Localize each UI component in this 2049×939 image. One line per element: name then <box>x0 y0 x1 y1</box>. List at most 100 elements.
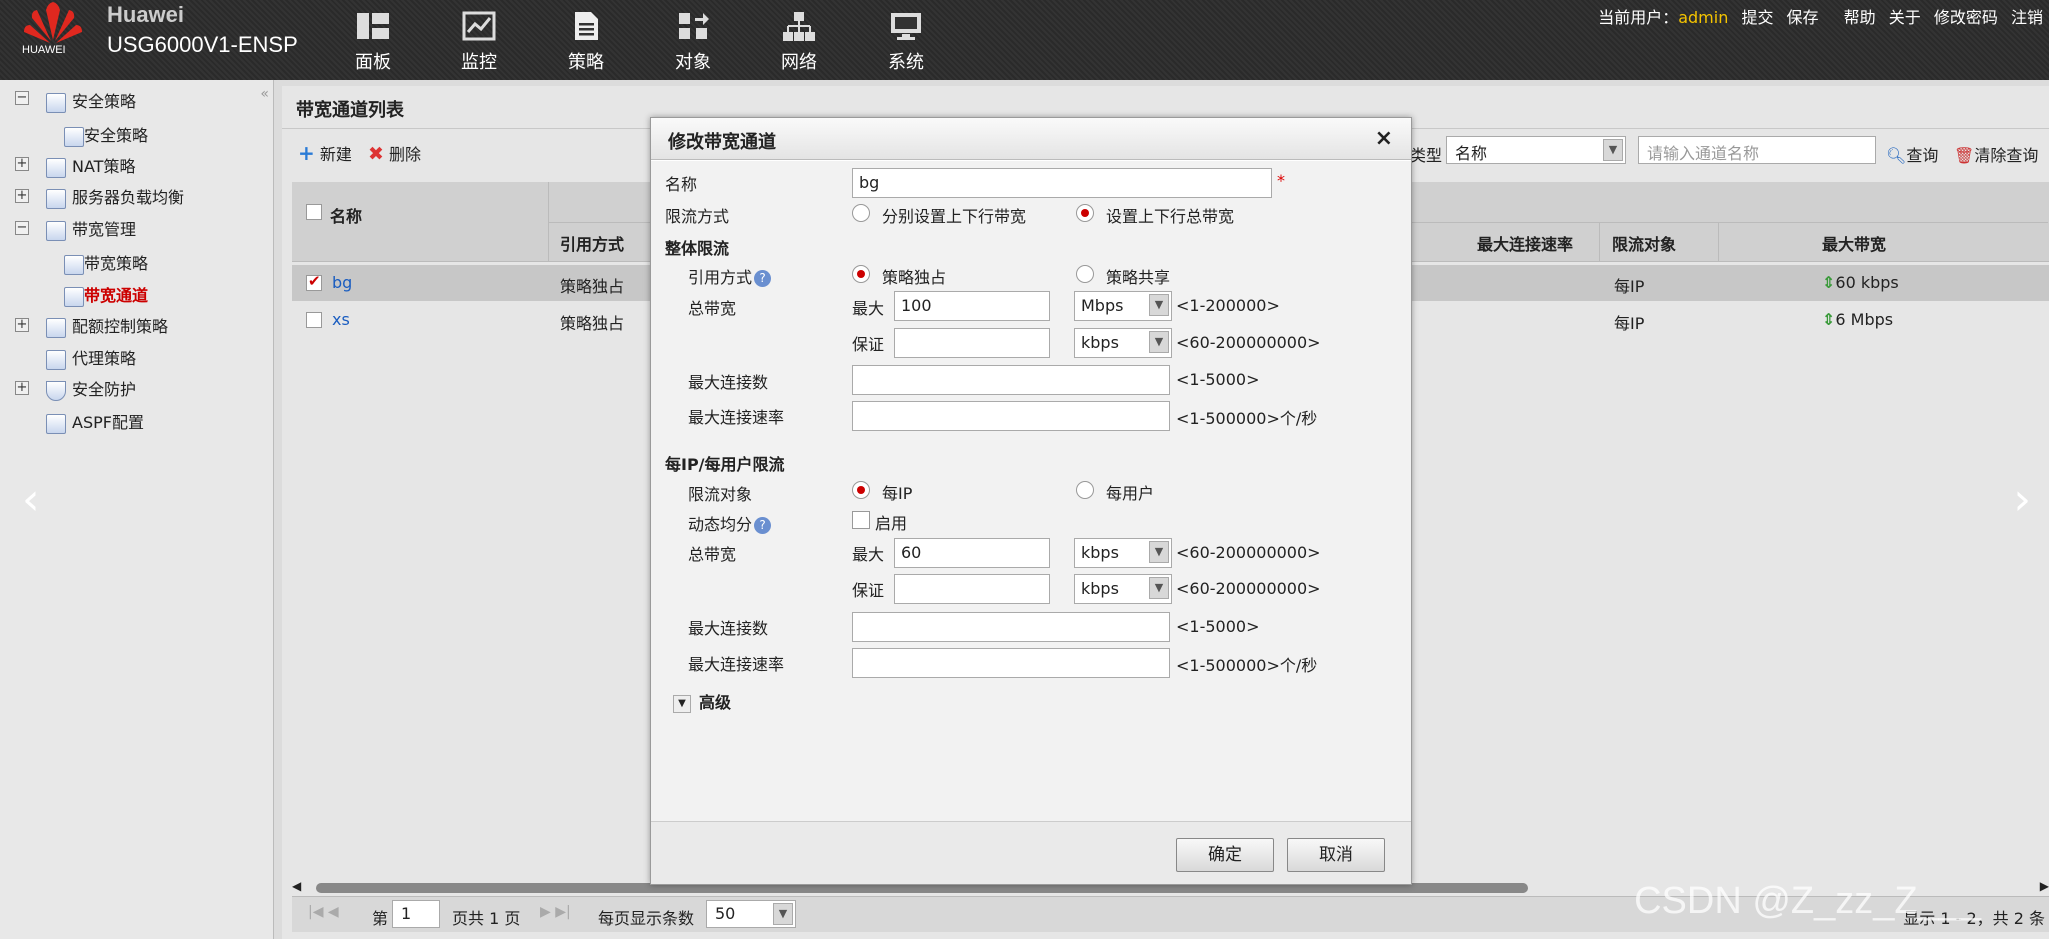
max-label: 最大 <box>852 299 885 318</box>
collapse-icon[interactable]: − <box>15 221 29 235</box>
scroll-right-icon[interactable]: ▶ <box>2040 879 2049 893</box>
nav-dashboard[interactable]: 面板 <box>333 10 413 74</box>
sidebar-item-label: 安全策略 <box>72 92 137 111</box>
help-icon[interactable]: ? <box>754 270 772 287</box>
unit-value: kbps <box>1081 543 1119 562</box>
clear-query-button[interactable]: 🗑︎清除查询 <box>1954 142 2038 166</box>
col-name[interactable]: 名称 <box>330 203 362 227</box>
expand-icon[interactable]: + <box>15 189 29 203</box>
perip-guarantee-input[interactable] <box>894 574 1050 604</box>
help-link[interactable]: 帮助 <box>1844 8 1876 27</box>
channel-search-input[interactable]: 请输入通道名称 <box>1638 136 1876 164</box>
sidebar-item-proxy[interactable]: 代理策略 <box>46 345 136 370</box>
sidebar-item-security-policy-sub[interactable]: 安全策略 <box>64 122 148 147</box>
row-checkbox[interactable] <box>306 272 322 291</box>
target-per-ip-label: 每IP <box>882 484 913 503</box>
col-max-conn-rate[interactable]: 最大连接速率 <box>1477 231 1573 255</box>
name-input[interactable]: bg <box>852 168 1272 198</box>
expand-icon[interactable]: + <box>15 318 29 332</box>
cancel-button[interactable]: 取消 <box>1287 838 1385 872</box>
about-link[interactable]: 关于 <box>1889 8 1921 27</box>
save-link[interactable]: 保存 <box>1787 8 1819 27</box>
perip-max-unit-select[interactable]: kbps ▼ <box>1074 538 1172 568</box>
nav-monitor[interactable]: 监控 <box>439 10 519 74</box>
sidebar-item-security-policy[interactable]: 安全策略 <box>46 88 136 113</box>
first-page-icon[interactable]: |◀ ◀ <box>308 904 339 920</box>
clear-label: 清除查询 <box>1974 146 2039 165</box>
sidebar-item-bandwidth-mgmt[interactable]: 带宽管理 <box>46 216 136 241</box>
sidebar-item-nat-policy[interactable]: NAT策略 <box>46 153 135 178</box>
expand-icon[interactable]: + <box>15 157 29 171</box>
overall-max-input[interactable]: 100 <box>894 291 1050 321</box>
row-max-bw: ⇕60 kbps <box>1822 273 1899 292</box>
prev-arrow-icon[interactable]: ‹ <box>22 478 40 522</box>
row-name-link[interactable]: xs <box>332 310 350 329</box>
delete-button[interactable]: ✖ 删除 <box>368 141 421 165</box>
brand-product: USG6000V1-ENSP <box>107 32 298 57</box>
nav-object[interactable]: 对象 <box>653 10 733 74</box>
col-limit-target[interactable]: 限流对象 <box>1612 231 1676 255</box>
add-icon: + <box>298 141 315 165</box>
overall-max-conn-input[interactable] <box>852 365 1170 395</box>
logout-link[interactable]: 注销 <box>2011 8 2043 27</box>
nav-system[interactable]: 系统 <box>866 10 946 74</box>
sidebar-item-bandwidth-channel[interactable]: 带宽通道 <box>64 282 148 307</box>
row-target: 每IP <box>1614 314 1645 333</box>
per-page-select[interactable]: 50 ▼ <box>706 900 796 928</box>
change-password-link[interactable]: 修改密码 <box>1934 8 1998 27</box>
perip-max-conn-rate-input[interactable] <box>852 648 1170 678</box>
last-page-icon[interactable]: ▶ ▶| <box>540 904 571 920</box>
submit-link[interactable]: 提交 <box>1741 8 1773 27</box>
sidebar-item-bandwidth-policy[interactable]: 带宽策略 <box>64 250 148 275</box>
ref-shared-radio[interactable] <box>1076 265 1094 283</box>
limit-mode-separate-label: 分别设置上下行带宽 <box>882 207 1027 226</box>
perip-max-input[interactable]: 60 <box>894 538 1050 568</box>
target-per-ip-radio[interactable] <box>852 481 870 499</box>
delete-label: 删除 <box>389 145 422 164</box>
ref-exclusive-radio[interactable] <box>852 265 870 283</box>
filter-type-select[interactable]: 名称 ▼ <box>1446 136 1626 164</box>
new-button[interactable]: + 新建 <box>298 141 352 165</box>
select-all-checkbox[interactable] <box>306 204 322 220</box>
perip-guarantee-unit-select[interactable]: kbps ▼ <box>1074 574 1172 604</box>
scroll-left-icon[interactable]: ◀ <box>292 879 301 893</box>
help-icon[interactable]: ? <box>754 517 772 534</box>
col-ref-mode[interactable]: 引用方式 <box>560 231 624 255</box>
sidebar-item-aspf[interactable]: ASPF配置 <box>46 409 144 434</box>
max-conn-rate-hint: <1-500000>个/秒 <box>1176 409 1318 428</box>
ok-button[interactable]: 确定 <box>1176 838 1274 872</box>
overall-max-conn-rate-input[interactable] <box>852 401 1170 431</box>
col-max-bw[interactable]: 最大带宽 <box>1822 231 1886 255</box>
collapse-sidebar-icon[interactable]: « <box>260 86 269 102</box>
overall-max-unit-select[interactable]: Mbps ▼ <box>1074 291 1172 321</box>
nav-network[interactable]: 网络 <box>759 10 839 74</box>
page-number-input[interactable]: 1 <box>392 900 440 928</box>
limit-mode-total-radio[interactable] <box>1076 204 1094 222</box>
row-checkbox[interactable] <box>306 312 322 328</box>
target-per-user-label: 每用户 <box>1106 484 1155 503</box>
chevron-down-icon: ▼ <box>1603 139 1623 161</box>
dynamic-split-checkbox[interactable] <box>852 511 870 529</box>
query-button[interactable]: 🔍︎查询 <box>1886 142 1938 166</box>
max-conn-rate-hint: <1-500000>个/秒 <box>1176 656 1318 675</box>
row-ref-mode: 策略独占 <box>560 314 625 333</box>
close-icon[interactable]: × <box>1375 126 1393 151</box>
limit-mode-separate-radio[interactable] <box>852 204 870 222</box>
max-conn-rate-label: 最大连接速率 <box>688 408 785 427</box>
overall-guarantee-input[interactable] <box>894 328 1050 358</box>
ref-mode-label: 引用方式? <box>688 264 772 288</box>
overall-limit-section: 整体限流 <box>665 239 730 258</box>
nav-policy[interactable]: 策略 <box>546 10 626 74</box>
collapse-icon[interactable]: − <box>15 91 29 105</box>
overall-guarantee-unit-select[interactable]: kbps ▼ <box>1074 328 1172 358</box>
row-name-link[interactable]: bg <box>332 273 352 292</box>
target-per-user-radio[interactable] <box>1076 481 1094 499</box>
sidebar-item-quota[interactable]: 配额控制策略 <box>46 313 168 338</box>
sidebar-item-slb[interactable]: 服务器负载均衡 <box>46 184 184 209</box>
expand-icon[interactable]: + <box>15 381 29 395</box>
sidebar-item-security-protection[interactable]: 安全防护 <box>46 376 136 401</box>
advanced-toggle[interactable]: ▼ 高级 <box>673 689 731 713</box>
next-arrow-icon[interactable]: › <box>2013 478 2031 522</box>
nat-icon <box>46 157 66 178</box>
perip-max-conn-input[interactable] <box>852 612 1170 642</box>
